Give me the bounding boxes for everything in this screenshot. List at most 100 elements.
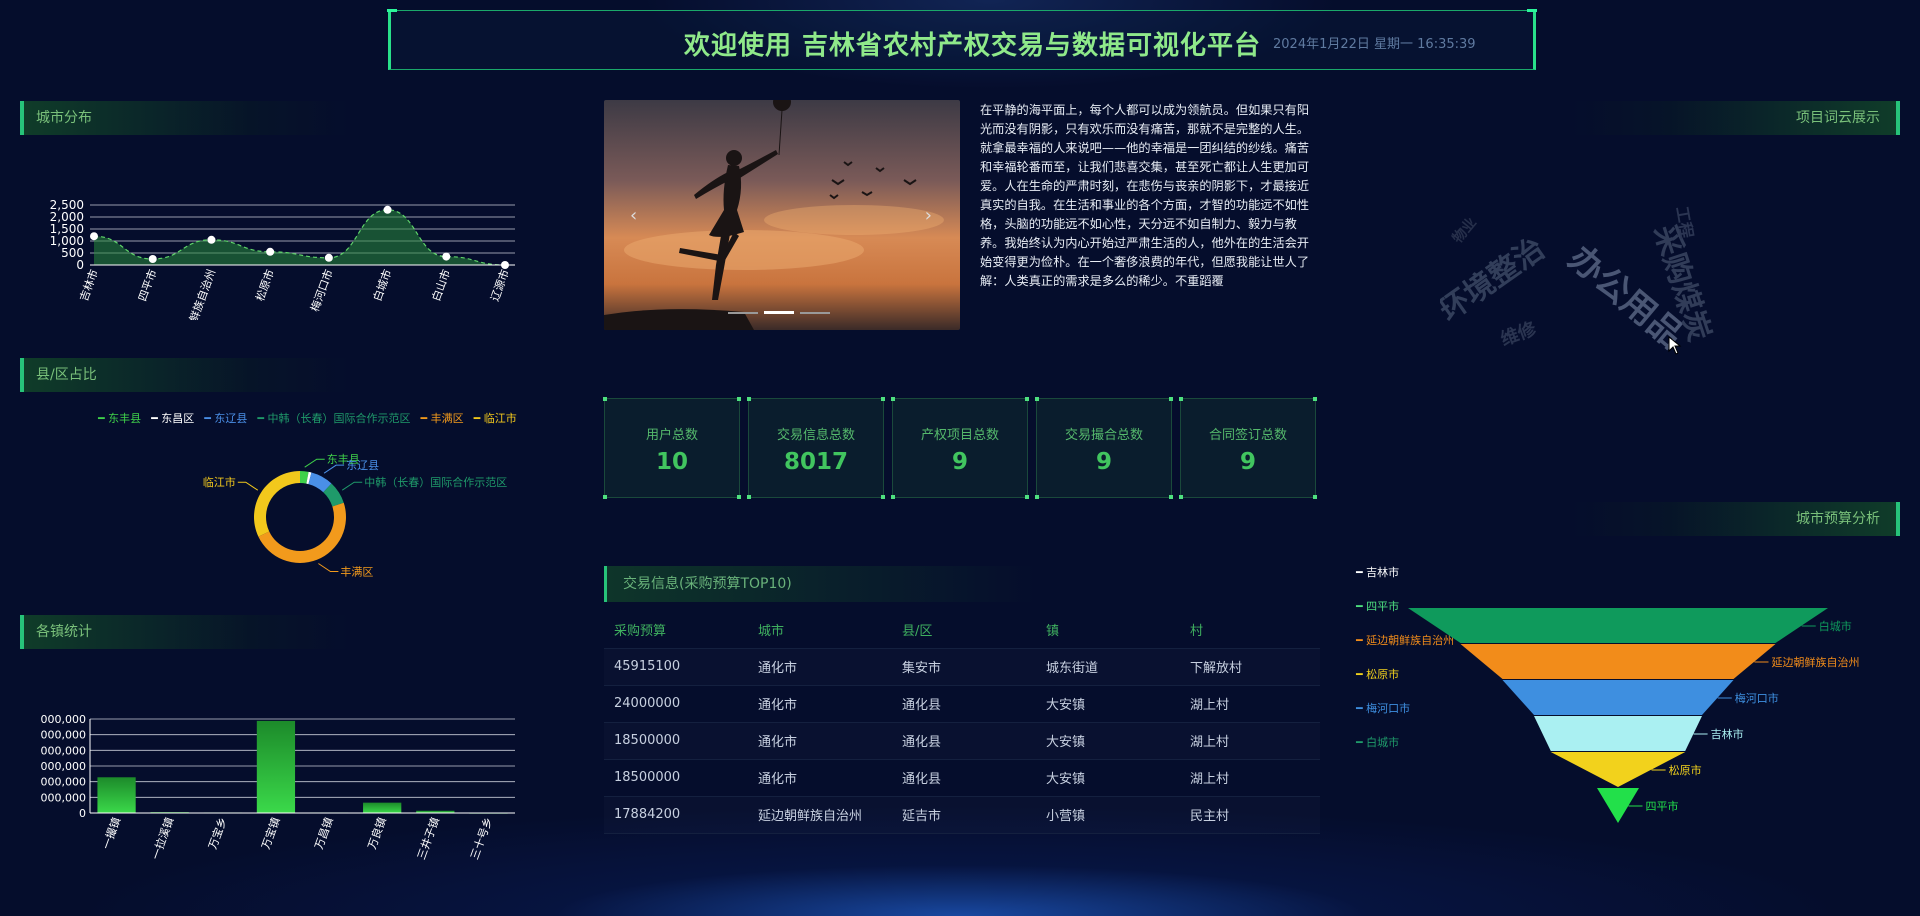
datetime: 2024年1月22日 星期一 16:35:39 — [1273, 37, 1476, 52]
legend-item[interactable]: ━ 吉林市 — [1356, 556, 1454, 590]
legend-item[interactable]: ━ 东昌区 — [151, 412, 194, 425]
carousel-dot[interactable] — [800, 312, 830, 314]
table-cell: 城东街道 — [1036, 648, 1180, 686]
table-cell: 延边朝鲜族自治州 — [748, 796, 892, 834]
data-point[interactable] — [148, 255, 157, 263]
table-cell: 18500000 — [604, 722, 748, 760]
carousel-next-button[interactable]: › — [925, 205, 932, 226]
data-point[interactable] — [266, 247, 275, 256]
town-stats-chart: 0 000,000 000,000 000,000 000,000 000,000 000,… — [41, 713, 515, 861]
x-tick-label: 万良镇 — [365, 815, 389, 851]
data-point[interactable] — [383, 205, 392, 214]
carousel-dot[interactable] — [764, 311, 794, 314]
card-corner — [1169, 397, 1173, 401]
stat-card: 交易信息总数 8017 — [747, 397, 885, 499]
stat-value: 9 — [1095, 449, 1112, 475]
legend-item[interactable]: ━ 丰满区 — [421, 412, 464, 425]
bar[interactable] — [363, 802, 402, 813]
carousel-prev-button[interactable]: ‹ — [630, 205, 637, 226]
y-tick-label: 2,500 — [50, 198, 84, 212]
bar[interactable] — [97, 777, 136, 813]
label-line — [237, 481, 259, 491]
card-corner — [1025, 495, 1029, 499]
stat-card: 产权项目总数 9 — [891, 397, 1029, 499]
funnel-segment[interactable] — [1534, 716, 1702, 751]
funnel-segment[interactable] — [1502, 680, 1734, 715]
x-tick-label: 吉林市 — [76, 267, 100, 303]
card-corner — [1025, 397, 1029, 401]
county-legend: ━ 东丰县 ━ 东昌区 ━ 东辽县 ━ 中韩（长春）国际合作示范区 ━ 丰满区 ━ 临江市 — [98, 410, 527, 426]
legend-item[interactable]: ━ 临江市 — [474, 412, 517, 425]
card-corner — [1169, 495, 1173, 499]
funnel-segment[interactable] — [1408, 608, 1828, 643]
table-cell: 通化市 — [748, 648, 892, 686]
table-cell: 通化县 — [892, 759, 1036, 797]
donut-slice[interactable] — [253, 471, 300, 537]
panel-title-county-share: 县/区占比 — [20, 358, 350, 392]
stat-value: 8017 — [783, 449, 848, 475]
table-row[interactable]: 24000000 通化市 通化县 大安镇 湖上村 — [604, 685, 1320, 723]
x-tick-label: 三十号乡 — [467, 815, 495, 861]
slice-label: 中韩（长春）国际合作示范区 — [364, 475, 507, 489]
table-cell: 湖上村 — [1180, 722, 1320, 760]
table-cell: 集安市 — [892, 648, 1036, 686]
funnel-label: 松原市 — [1669, 763, 1702, 777]
y-tick-label: 0 — [79, 807, 86, 820]
x-tick-label: 四平市 — [135, 267, 159, 303]
table-cell: 延吉市 — [892, 796, 1036, 834]
table-header-row: 采购预算 城市 县/区镇村 — [604, 612, 1320, 649]
table-cell: 小营镇 — [1036, 796, 1180, 834]
column-header[interactable]: 县/区 — [892, 612, 1036, 649]
donut-slice[interactable] — [258, 502, 346, 563]
legend-item[interactable]: ━ 东辽县 — [204, 412, 247, 425]
data-point[interactable] — [442, 252, 451, 261]
stat-label: 产权项目总数 — [920, 428, 999, 443]
legend-item[interactable]: ━ 东丰县 — [98, 412, 141, 425]
image-carousel[interactable]: ‹ › — [604, 100, 960, 330]
funnel-segment[interactable] — [1460, 644, 1776, 679]
bar[interactable] — [256, 720, 296, 813]
carousel-indicators[interactable] — [728, 299, 836, 318]
stat-value: 9 — [1239, 449, 1256, 475]
table-row[interactable]: 18500000 通化市 通化县 大安镇 湖上村 — [604, 722, 1320, 760]
y-tick-label: 0 — [76, 258, 84, 272]
column-header[interactable]: 城市 — [748, 612, 892, 649]
page-title: 欢迎使用 吉林省农村产权交易与数据可视化平台 — [684, 31, 1262, 61]
y-tick-label: 000,000 — [41, 713, 87, 726]
x-tick-label: 万宝镇 — [258, 815, 282, 851]
table-cell: 24000000 — [604, 685, 748, 723]
slice-label: 东辽县 — [346, 459, 379, 472]
word-cloud-word: 物业 — [1449, 214, 1480, 247]
page-header: 欢迎使用 吉林省农村产权交易与数据可视化平台 2024年1月22日 星期一 16… — [387, 9, 1537, 70]
y-tick-label: 2,000 — [50, 210, 84, 224]
column-header[interactable]: 村 — [1180, 612, 1320, 649]
card-corner — [891, 495, 895, 499]
column-header[interactable]: 采购预算 — [604, 612, 748, 649]
carousel-dot[interactable] — [728, 312, 758, 314]
data-point[interactable] — [207, 235, 216, 244]
data-point[interactable] — [90, 232, 98, 241]
table-cell: 通化县 — [892, 685, 1036, 723]
x-tick-label: 一拉溪镇 — [148, 815, 176, 861]
city-distribution-chart: 05001,0001,5002,0002,500 吉林市 四平市 延边朝鲜族自治州 松原… — [50, 198, 515, 320]
table-row[interactable]: 18500000 通化市 通化县 大安镇 湖上村 — [604, 759, 1320, 797]
article-text: 在平静的海平面上，每个人都可以成为领航员。但如果只有阳光而没有阴影，只有欢乐而没… — [980, 103, 1310, 288]
label-line — [323, 464, 345, 474]
label-line — [318, 563, 339, 572]
data-point[interactable] — [324, 253, 333, 262]
column-header[interactable]: 镇 — [1036, 612, 1180, 649]
stat-label: 合同签订总数 — [1208, 428, 1287, 443]
table-row[interactable]: 17884200 延边朝鲜族自治州 延吉市 小营镇 民主村 — [604, 796, 1320, 834]
funnel-label: 白城市 — [1819, 619, 1852, 633]
card-corner — [881, 397, 885, 401]
x-tick-label: 三井子镇 — [414, 815, 442, 861]
x-tick-label: 白山市 — [429, 267, 453, 303]
table-cell: 湖上村 — [1180, 759, 1320, 797]
table-row[interactable]: 45915100 通化市 集安市 城东街道 下解放村 — [604, 648, 1320, 686]
table-cell: 大安镇 — [1036, 759, 1180, 797]
card-corner — [747, 495, 751, 499]
legend-item[interactable]: ━ 中韩（长春）国际合作示范区 — [257, 412, 410, 425]
funnel-label: 四平市 — [1646, 799, 1679, 813]
word-cloud-word: 维修 — [1498, 318, 1540, 351]
x-tick-label: 延边朝鲜族自治州 — [175, 267, 218, 320]
